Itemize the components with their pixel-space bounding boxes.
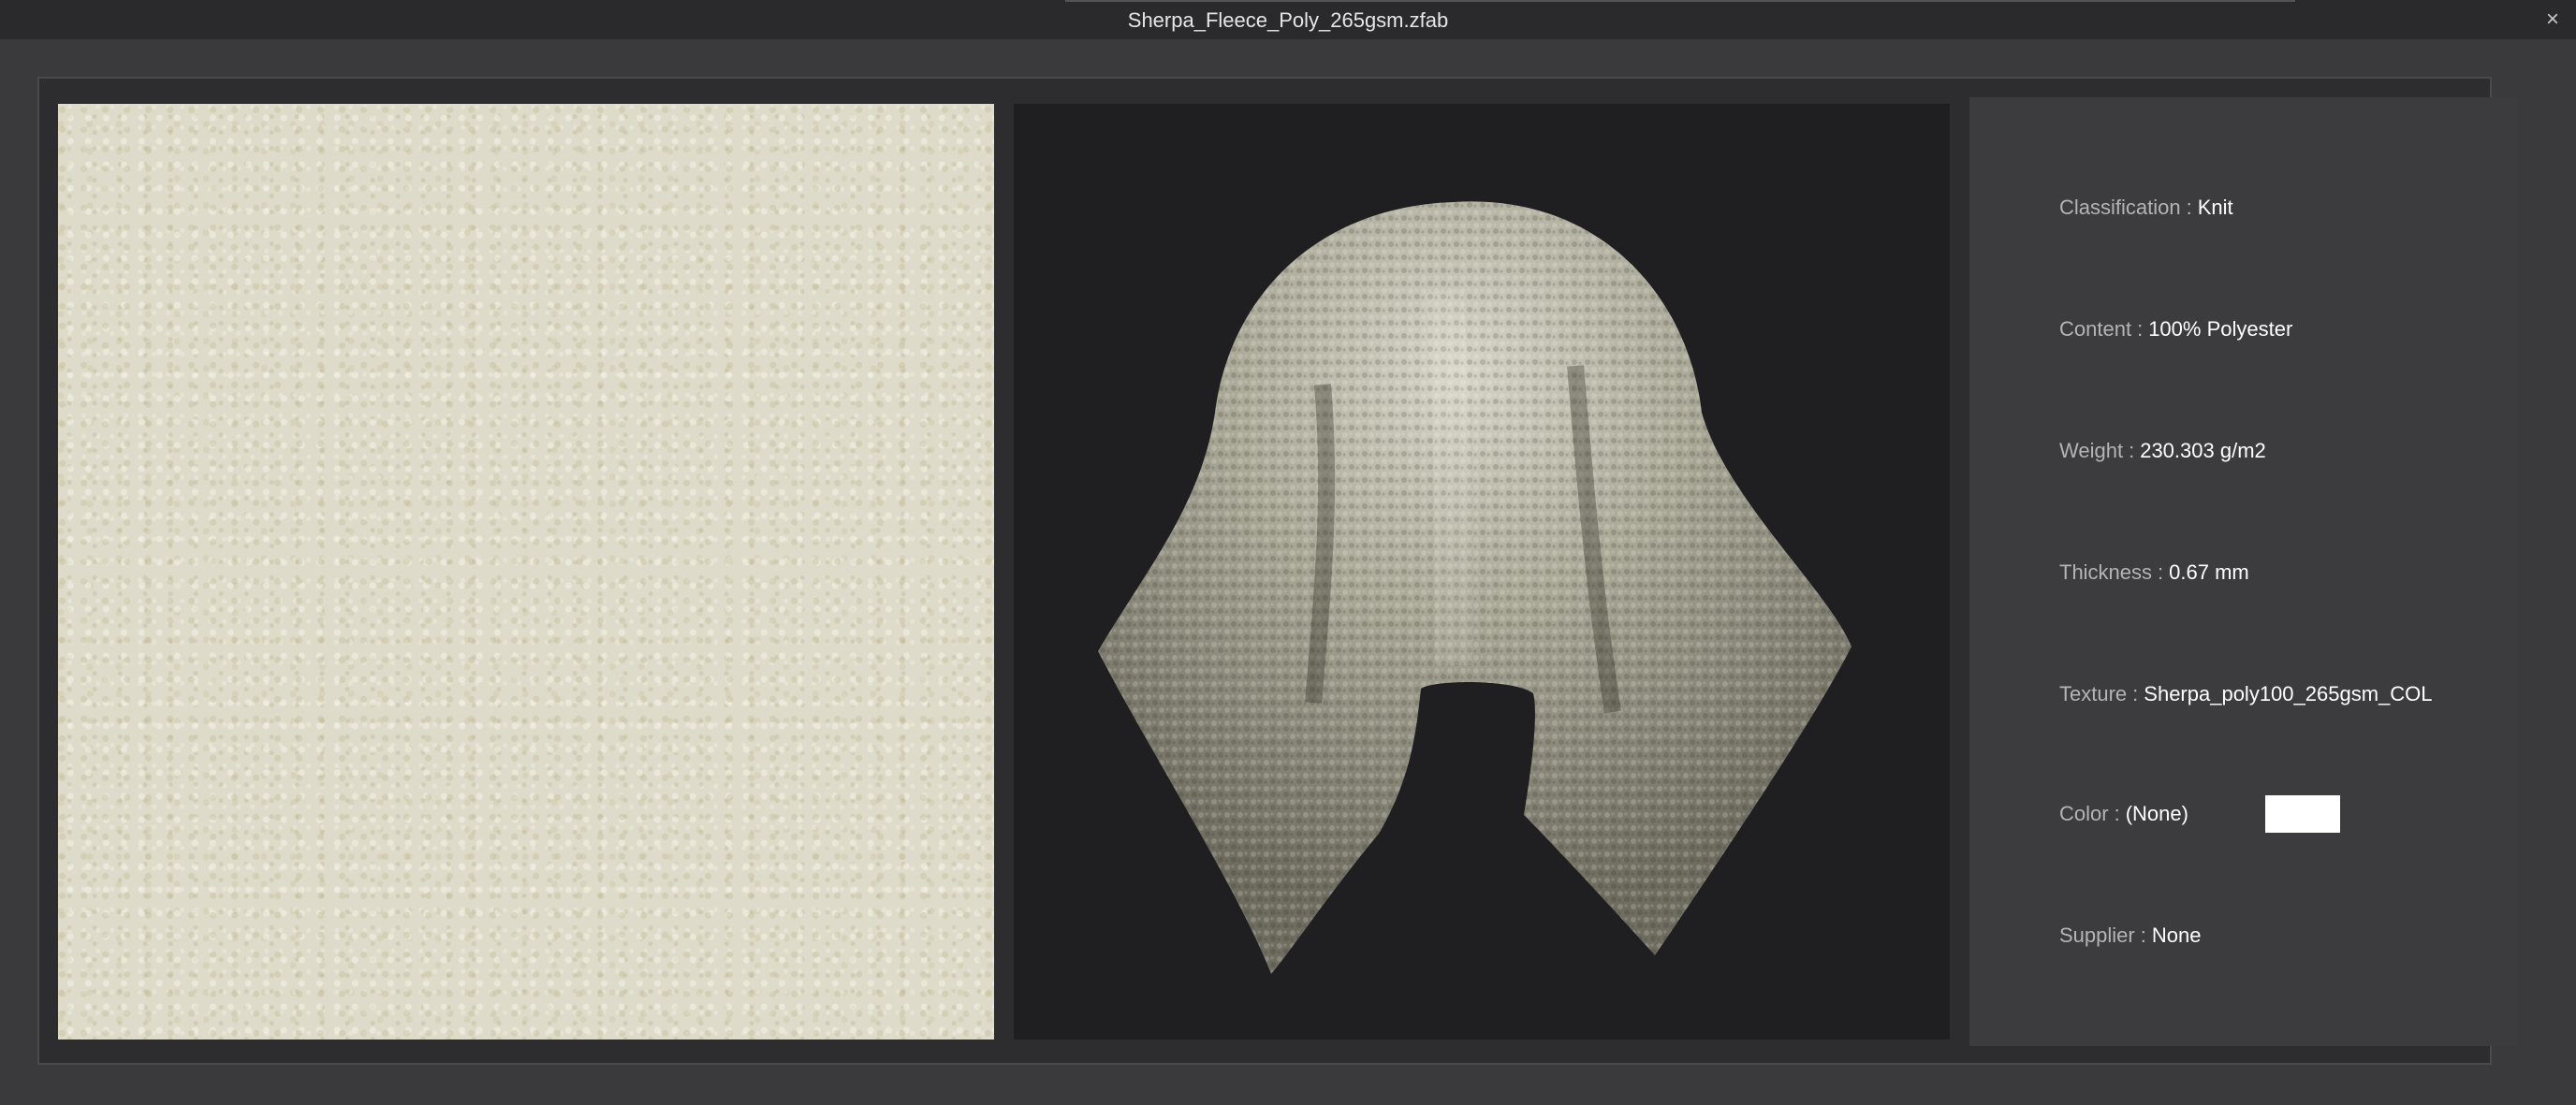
thickness-row: Thickness:0.67 mm: [2059, 554, 2249, 591]
content-value: 100% Polyester: [2148, 317, 2293, 341]
color-value: (None): [2125, 802, 2188, 825]
supplier-value: None: [2151, 923, 2202, 947]
separator: :: [2114, 802, 2120, 825]
draped-sphere-render: [1098, 201, 1852, 975]
material-preview-window: Sherpa_Fleece_Poly_265gsm.zfab × Classif…: [0, 0, 2576, 1105]
draped-fabric-render-image: [1014, 104, 1950, 1040]
separator: :: [2158, 560, 2164, 584]
separator: :: [2186, 196, 2192, 219]
thickness-label: Thickness: [2059, 560, 2153, 584]
content-row: Content:100% Polyester: [2059, 311, 2292, 348]
title-bar[interactable]: Sherpa_Fleece_Poly_265gsm.zfab ×: [0, 0, 2576, 39]
color-label: Color: [2059, 802, 2109, 825]
window-title: Sherpa_Fleece_Poly_265gsm.zfab: [1127, 8, 1449, 32]
separator: :: [2140, 923, 2146, 947]
thickness-value: 0.67 mm: [2169, 560, 2249, 584]
texture-row: Texture: Sherpa_poly100_265gsm_COL: [2059, 676, 2433, 713]
classification-value: Knit: [2197, 196, 2233, 219]
fabric-texture-swatch-image: [58, 104, 994, 1040]
classification-label: Classification: [2059, 196, 2181, 219]
content-label: Content: [2059, 317, 2132, 341]
texture-value: Sherpa_poly100_265gsm_COL: [2144, 682, 2433, 705]
material-info-panel: Classification: Knit Content:100% Polyest…: [1969, 97, 2518, 1046]
texture-label: Texture: [2059, 682, 2128, 705]
weight-label: Weight: [2059, 439, 2124, 462]
separator: :: [2137, 317, 2144, 341]
color-swatch[interactable]: [2265, 795, 2340, 833]
weight-row: Weight:230.303 g/m2: [2059, 432, 2266, 470]
classification-row: Classification: Knit: [2059, 189, 2233, 226]
weight-value: 230.303 g/m2: [2140, 439, 2266, 462]
separator: :: [2132, 682, 2139, 705]
supplier-row: Supplier: None: [2059, 917, 2201, 954]
close-icon[interactable]: ×: [2537, 4, 2569, 36]
supplier-label: Supplier: [2059, 923, 2135, 947]
separator: :: [2129, 439, 2135, 462]
color-row: Color: (None): [2059, 795, 2188, 833]
